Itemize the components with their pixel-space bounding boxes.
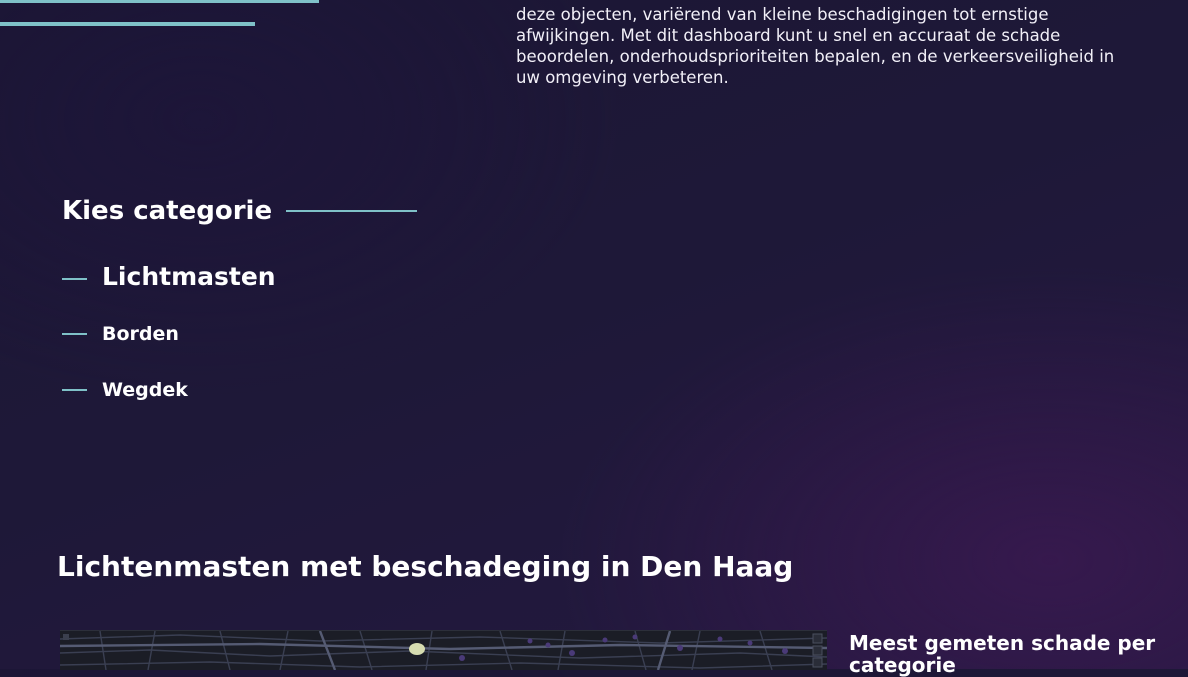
category-item-wegdek[interactable]: Wegdek — [62, 378, 188, 402]
intro-line: afwijkingen. Met dit dashboard kunt u sn… — [516, 26, 1061, 45]
category-item-lichtmasten[interactable]: Lichtmasten — [62, 260, 276, 294]
category-heading-divider — [286, 210, 417, 212]
category-item-label: Lichtmasten — [102, 262, 276, 291]
map-location-marker[interactable] — [409, 643, 425, 655]
category-heading: Kies categorie — [62, 196, 273, 226]
decorative-accent-line — [0, 0, 319, 3]
dash-icon — [62, 278, 87, 280]
category-item-label: Wegdek — [102, 379, 188, 401]
map-canvas[interactable] — [60, 631, 827, 670]
category-item-label: Borden — [102, 323, 179, 345]
category-item-borden[interactable]: Borden — [62, 322, 179, 346]
side-panel-title: Meest gemeten schade per categorie — [849, 631, 1156, 677]
section-title: Lichtenmasten met beschadeging in Den Ha… — [57, 550, 794, 583]
damage-map[interactable] — [60, 630, 827, 670]
map-controls[interactable] — [812, 633, 823, 668]
decorative-accent-line — [0, 22, 255, 26]
dash-icon — [62, 333, 87, 335]
intro-line: beoordelen, onderhoudsprioriteiten bepal… — [516, 47, 1115, 66]
intro-line: deze objecten, variërend van kleine besc… — [516, 5, 1049, 24]
intro-line: uw omgeving verbeteren. — [516, 68, 729, 87]
map-corner-icon — [63, 634, 69, 640]
intro-paragraph: deze objecten, variërend van kleine besc… — [516, 4, 1156, 88]
dash-icon — [62, 389, 87, 391]
